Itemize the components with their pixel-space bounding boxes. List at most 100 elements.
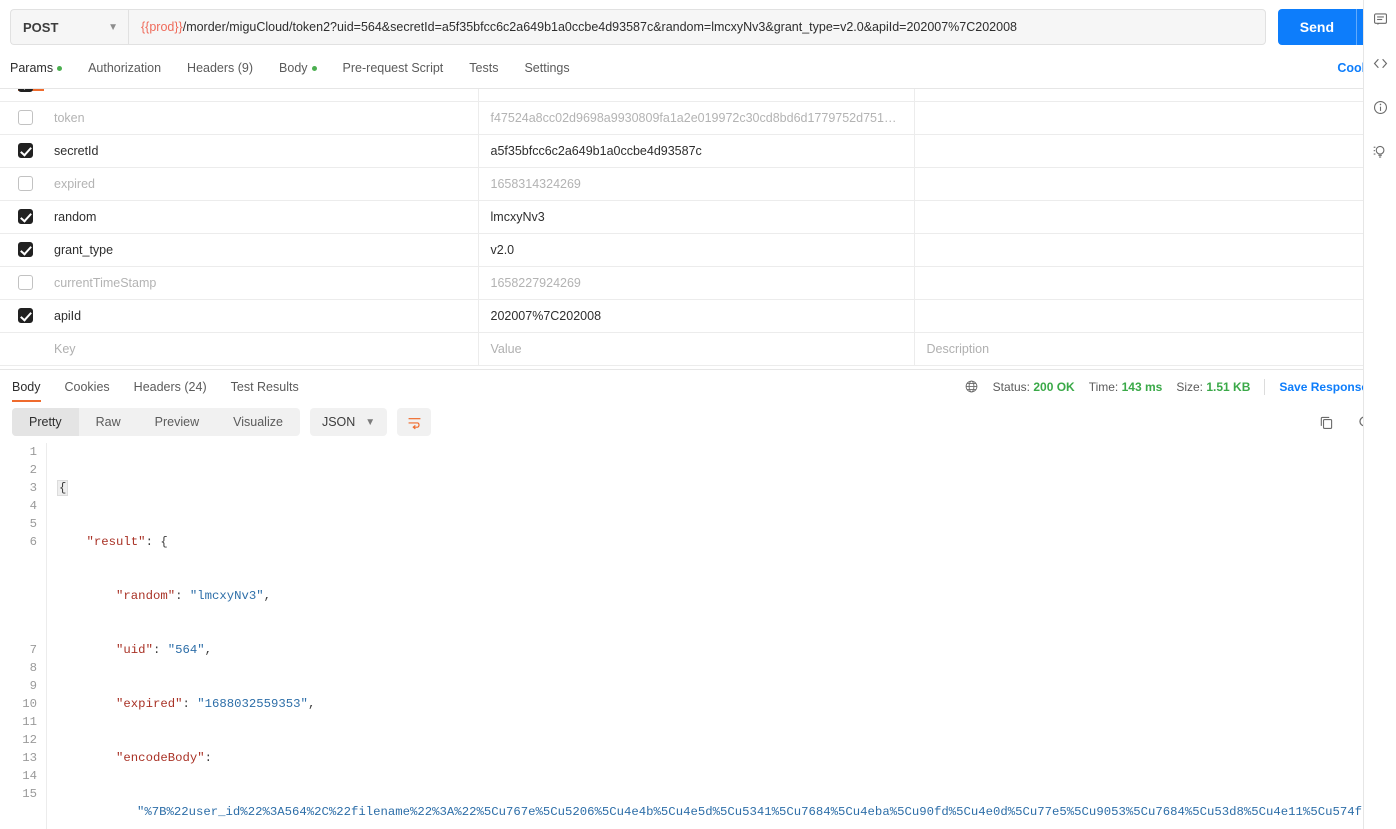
code-icon[interactable] [1369,52,1391,74]
param-description[interactable] [914,266,1363,300]
row-checkbox-cell[interactable] [0,101,42,135]
tab-response-body[interactable]: Body [12,380,41,402]
param-description[interactable] [914,89,1363,102]
comment-icon[interactable] [1369,8,1391,30]
chevron-down-icon: ▼ [108,21,118,33]
send-button[interactable]: Send [1277,9,1356,45]
tab-settings[interactable]: Settings [524,61,569,82]
row-checkbox[interactable] [18,143,33,159]
row-checkbox[interactable] [18,110,33,126]
tab-tests[interactable]: Tests [469,61,498,82]
url-variable: {{prod}} [141,20,183,34]
table-row[interactable]: secretId a5f35bfcc6c2a649b1a0ccbe4d93587… [0,134,1363,168]
line-spacer [0,605,37,623]
view-mode-preview[interactable]: Preview [138,408,216,436]
param-key[interactable]: uid [42,89,479,102]
size-value: 1.51 KB [1206,379,1251,394]
table-row[interactable]: apiId 202007%7C202008 [0,299,1363,333]
http-method-select[interactable]: POST ▼ [10,9,128,45]
save-response-label: Save Response [1279,379,1369,394]
param-description[interactable] [914,233,1363,267]
request-url-input[interactable]: {{prod}}/morder/miguCloud/token2?uid=564… [128,9,1266,45]
status-label: Status: [992,379,1030,394]
copy-icon[interactable] [1318,414,1335,431]
param-key[interactable]: apiId [42,299,479,333]
tab-body-label: Body [279,60,308,75]
status-value: 200 OK [1033,379,1075,394]
tab-params[interactable]: Params [10,61,63,82]
param-description[interactable] [914,299,1363,333]
view-mode-visualize[interactable]: Visualize [216,408,300,436]
row-checkbox-cell[interactable] [0,233,42,267]
right-sidebar-rail [1363,0,1396,829]
row-checkbox[interactable] [18,275,33,291]
new-param-key-input[interactable]: Key [42,332,479,366]
response-format-select[interactable]: JSON ▼ [309,408,388,436]
json-lines[interactable]: { "result": { "random": "lmcxyNv3", "uid… [46,443,1396,829]
tab-body[interactable]: Body [279,61,317,82]
param-description[interactable] [914,167,1363,201]
tab-authorization[interactable]: Authorization [88,61,161,82]
row-checkbox-cell[interactable] [0,167,42,201]
request-tabs: Params Authorization Headers (9) Body Pr… [0,54,1396,88]
param-value[interactable]: v2.0 [478,233,915,267]
param-description[interactable] [914,200,1363,234]
status-badge: Status: 200 OK [993,380,1075,394]
info-circle-icon[interactable] [1369,96,1391,118]
param-key[interactable]: token [42,101,479,135]
response-body-viewer[interactable]: 1 2 3 4 5 6 7 8 9 10 11 12 13 14 15 {"r… [0,443,1396,829]
param-value[interactable]: 564 [478,89,915,102]
tab-pre-request-script[interactable]: Pre-request Script [343,61,444,82]
param-value[interactable]: 202007%7C202008 [478,299,915,333]
new-param-value-input[interactable]: Value [478,332,915,366]
table-row[interactable]: random lmcxyNv3 [0,200,1363,234]
param-value[interactable]: 1658314324269 [478,167,915,201]
response-body-toolbar: Pretty Raw Preview Visualize JSON ▼ [0,401,1396,443]
new-param-description-input[interactable]: Description [914,332,1363,366]
row-checkbox-cell[interactable] [0,200,42,234]
wrap-lines-button[interactable] [397,408,432,436]
param-key[interactable]: random [42,200,479,234]
table-row[interactable]: expired 1658314324269 [0,167,1363,201]
param-value[interactable]: f47524a8cc02d9698a9930809fa1a2e019972c30… [478,101,915,135]
line-number: 1 [29,445,37,459]
table-row[interactable]: token f47524a8cc02d9698a9930809fa1a2e019… [0,101,1363,135]
row-checkbox-cell[interactable] [0,266,42,300]
row-checkbox-cell[interactable] [0,299,42,333]
json-line-5: "expired": "1688032559353", [116,697,316,711]
tab-tests-label: Tests [469,60,499,75]
body-modified-dot-icon [311,65,317,71]
param-value[interactable]: lmcxyNv3 [478,200,915,234]
param-key[interactable]: grant_type [42,233,479,267]
param-key[interactable]: currentTimeStamp [42,266,479,300]
table-row-new[interactable]: Key Value Description [0,332,1363,366]
divider [1264,378,1266,395]
tab-test-results[interactable]: Test Results [231,380,299,402]
table-row[interactable]: currentTimeStamp 1658227924269 [0,266,1363,300]
tab-authorization-label: Authorization [88,60,162,75]
table-row[interactable]: grant_type v2.0 [0,233,1363,267]
tab-headers[interactable]: Headers (9) [187,61,253,82]
tab-pre-request-script-label: Pre-request Script [342,60,444,75]
view-mode-pretty[interactable]: Pretty [12,408,79,436]
param-key[interactable]: expired [42,167,479,201]
param-value[interactable]: 1658227924269 [478,266,915,300]
settings-bulb-icon[interactable] [1369,140,1391,162]
param-description[interactable] [914,134,1363,168]
row-checkbox[interactable] [18,308,33,324]
param-value[interactable]: a5f35bfcc6c2a649b1a0ccbe4d93587c [478,134,915,168]
row-checkbox[interactable] [18,242,33,258]
param-key[interactable]: secretId [42,134,479,168]
line-number: 14 [22,769,37,783]
tab-response-cookies[interactable]: Cookies [65,380,110,402]
table-row[interactable]: uid 564 [0,89,1363,102]
row-checkbox[interactable] [18,89,33,92]
line-spacer [0,587,37,605]
param-description[interactable] [914,101,1363,135]
view-mode-raw[interactable]: Raw [79,408,138,436]
size-label: Size: [1176,379,1203,394]
row-checkbox-cell[interactable] [0,134,42,168]
row-checkbox[interactable] [18,176,33,192]
row-checkbox[interactable] [18,209,33,225]
tab-response-headers[interactable]: Headers (24) [134,380,207,402]
